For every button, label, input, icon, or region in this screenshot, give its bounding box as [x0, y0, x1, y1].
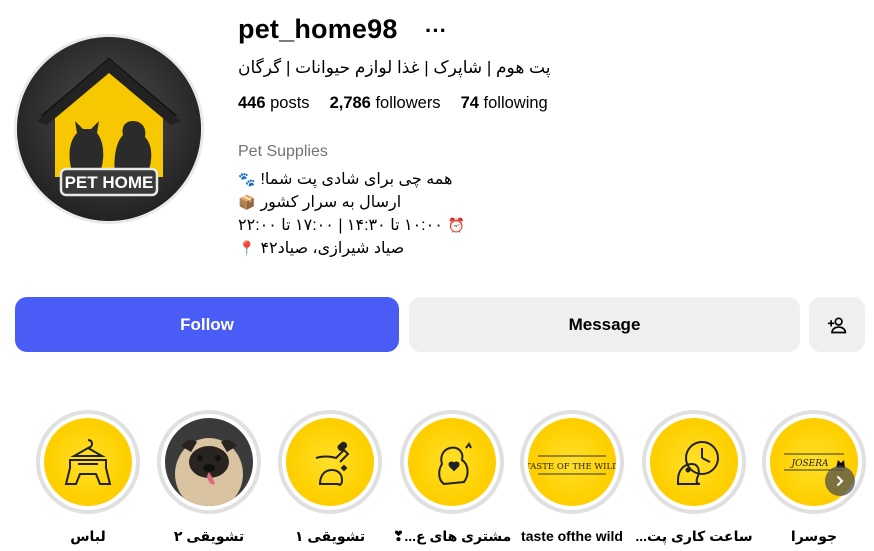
- message-button[interactable]: Message: [409, 297, 800, 352]
- posts-stat[interactable]: 446 posts: [238, 94, 310, 113]
- pet-clothes-icon: [64, 439, 112, 485]
- bio-line: 📦 ارسال به سرار کشور: [238, 191, 465, 214]
- profile-full-name: پت هوم | شاپرک | غذا لوازم حیوانات | گرگ…: [238, 58, 551, 77]
- suggested-users-button[interactable]: [809, 297, 865, 352]
- highlight-label: taste ofthe wild: [521, 528, 623, 544]
- highlight-label: ساعت کاری پت...: [635, 528, 753, 544]
- highlight-label: مشتری های ع...❣: [392, 528, 512, 544]
- highlight-working-hours[interactable]: ساعت کاری پت...: [635, 410, 753, 545]
- profile-bio: 🐾 همه چی برای شادی پت شما! 📦 ارسال به سر…: [238, 168, 465, 260]
- profile-stats: 446 posts 2,786 followers 74 following: [238, 94, 548, 113]
- highlight-taste-of-the-wild[interactable]: TASTE OF THE WILD taste ofthe wild: [518, 410, 626, 544]
- paw-prints-icon: 🐾: [238, 171, 256, 187]
- avatar-logo-text: PET HOME: [65, 173, 154, 192]
- highlight-label: تشویقی ۲: [173, 528, 245, 544]
- alarm-clock-icon: ⏰: [447, 217, 466, 233]
- username: pet_home98: [238, 14, 398, 44]
- svg-text:TASTE OF THE WILD: TASTE OF THE WILD: [528, 462, 616, 472]
- followers-stat[interactable]: 2,786 followers: [330, 94, 441, 113]
- svg-text:JOSERA: JOSERA: [790, 459, 829, 469]
- hand-treat-dog-icon: [315, 441, 350, 486]
- bio-line: ۱۰:۰۰ تا ۱۴:۳۰ | ۱۷:۰۰ تا ۲۲:۰۰ ⏰: [238, 214, 465, 237]
- highlight-treats-1[interactable]: تشویقی ۱: [276, 410, 384, 545]
- more-options-icon[interactable]: ···: [425, 18, 447, 44]
- profile-avatar-ring[interactable]: PET HOME: [14, 34, 204, 224]
- following-stat[interactable]: 74 following: [461, 94, 548, 113]
- highlight-label: تشویقی ۱: [294, 528, 366, 544]
- bio-line: 📍 صیاد شیرازی، صیاد۴۲: [238, 237, 465, 260]
- highlights-next-button[interactable]: [825, 466, 855, 496]
- pug-photo-icon: [165, 418, 253, 506]
- story-highlights: JOSERA جوسرا ساعت کاری پت... TASTE OF TH…: [0, 410, 874, 551]
- highlight-customers[interactable]: مشتری های ع...❣: [393, 410, 511, 545]
- highlight-treats-2[interactable]: تشویقی ۲: [155, 410, 263, 545]
- highlight-label: جوسرا: [790, 528, 838, 544]
- follow-button[interactable]: Follow: [15, 297, 399, 352]
- avatar[interactable]: PET HOME: [17, 37, 201, 221]
- dog-clock-icon: [677, 441, 719, 485]
- round-pushpin-icon: 📍: [238, 240, 256, 256]
- taste-of-the-wild-logo-icon: TASTE OF THE WILD: [528, 455, 616, 475]
- bio-line: 🐾 همه چی برای شادی پت شما!: [238, 168, 465, 191]
- package-icon: 📦: [238, 194, 256, 210]
- chevron-right-icon: [837, 476, 844, 486]
- profile-category: Pet Supplies: [238, 143, 328, 160]
- highlight-clothes[interactable]: لباس: [34, 410, 142, 545]
- add-person-icon: [827, 317, 847, 333]
- pets-heart-icon: [438, 442, 472, 486]
- highlight-label: لباس: [70, 528, 106, 544]
